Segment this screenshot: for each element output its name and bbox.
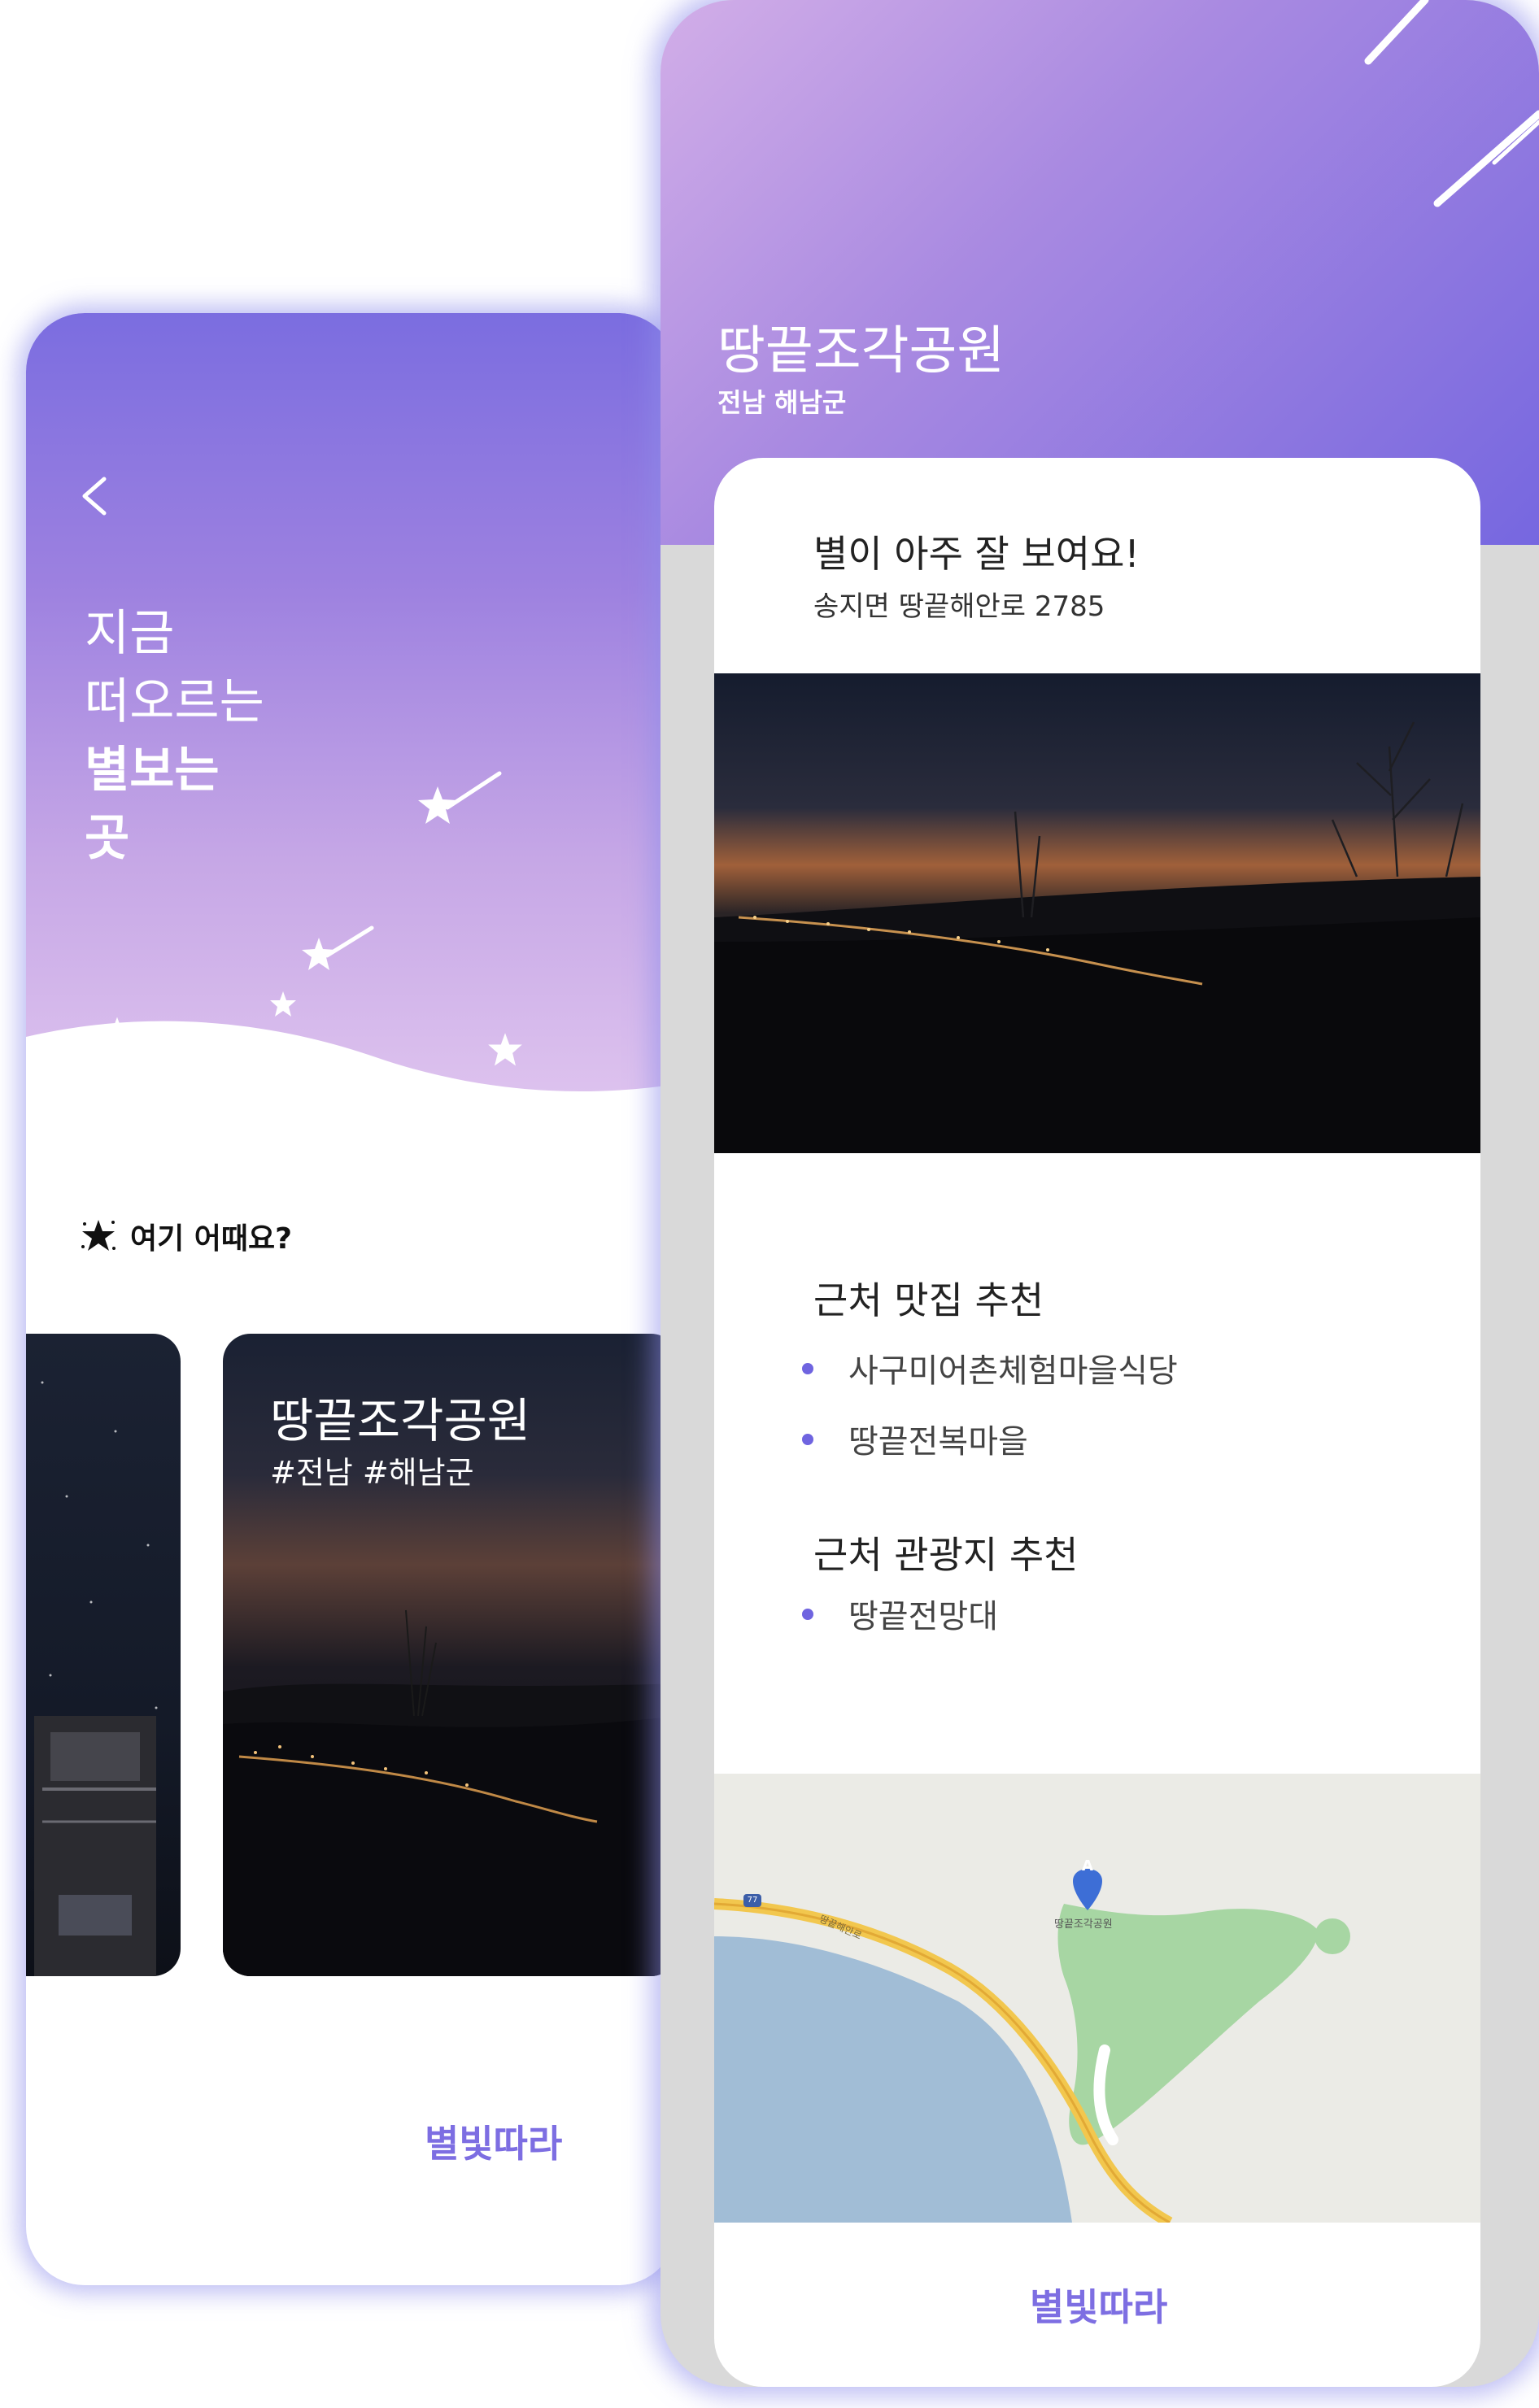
bullet-icon [802, 1434, 813, 1445]
hero-text-line-2: 떠오르는 [85, 673, 264, 730]
restaurant-item[interactable]: 땅끝전복마을 [848, 1415, 1028, 1462]
card-tags: #전남 #해남군 [270, 1455, 474, 1491]
map-marker-letter: A [1082, 1857, 1093, 1875]
attraction-item[interactable]: 땅끝전망대 [848, 1590, 998, 1637]
shooting-star-streak-icon [1364, 0, 1539, 207]
restaurant-item[interactable]: 사구미어촌체험마을식당 [848, 1344, 1178, 1391]
place-card[interactable]: 땅끝조각공원 #전남 #해남군 [223, 1334, 677, 1976]
star-icon [270, 991, 296, 1017]
location-map[interactable]: A 땅끝조각공원 땅끝해안로 77 [714, 1774, 1480, 2223]
section-label: 여기 어때요? [130, 1222, 293, 1256]
bullet-icon [802, 1363, 813, 1374]
card-title: 땅끝조각공원 [270, 1393, 531, 1448]
star-icon [98, 1017, 136, 1052]
place-title: 땅끝조각공원 [717, 321, 1005, 381]
shooting-star-icon [302, 925, 374, 970]
hero-text-line-4: 곳 [85, 810, 130, 867]
map-marker-label: 땅끝조각공원 [1054, 1918, 1113, 1931]
detail-card: 별이 아주 잘 보여요! 송지면 땅끝해안로 2785 근처 맛집 추천 사구미… [714, 458, 1480, 2387]
night-sky-photo [34, 1381, 158, 1976]
brand-logo-text[interactable]: 별빛따라 [1030, 2278, 1167, 2332]
hero-text-line-3: 별보는 [85, 742, 220, 799]
detail-headline: 별이 아주 잘 보여요! [813, 532, 1140, 576]
shooting-star-icon [418, 771, 502, 824]
attractions-section-title: 근처 관광지 추천 [813, 1533, 1079, 1577]
left-phone-screen: 지금 떠오르는 별보는 곳 여기 어때요? 땅끝조각공원 #전남 #해남군 별빛… [26, 313, 677, 2285]
section-heading: 여기 어때요? [80, 1212, 292, 1261]
star-icon [488, 1033, 522, 1066]
right-phone-screen: 땅끝조각공원 전남 해남군 별이 아주 잘 보여요! 송지면 땅끝해안로 278… [661, 0, 1539, 2387]
restaurants-section-title: 근처 맛집 추천 [813, 1278, 1044, 1322]
place-card-partial[interactable] [26, 1334, 181, 1976]
brand-logo-text[interactable]: 별빛따라 [425, 2114, 562, 2168]
back-arrow-icon[interactable] [67, 468, 124, 525]
route-number-badge: 77 [747, 1896, 758, 1905]
place-photo [714, 673, 1480, 1153]
detail-address: 송지면 땅끝해안로 2785 [813, 590, 1105, 623]
bullet-icon [802, 1609, 813, 1620]
sparkle-star-icon [81, 1220, 116, 1251]
hero-text-line-1: 지금 [85, 605, 175, 662]
place-region: 전남 해남군 [717, 387, 847, 418]
